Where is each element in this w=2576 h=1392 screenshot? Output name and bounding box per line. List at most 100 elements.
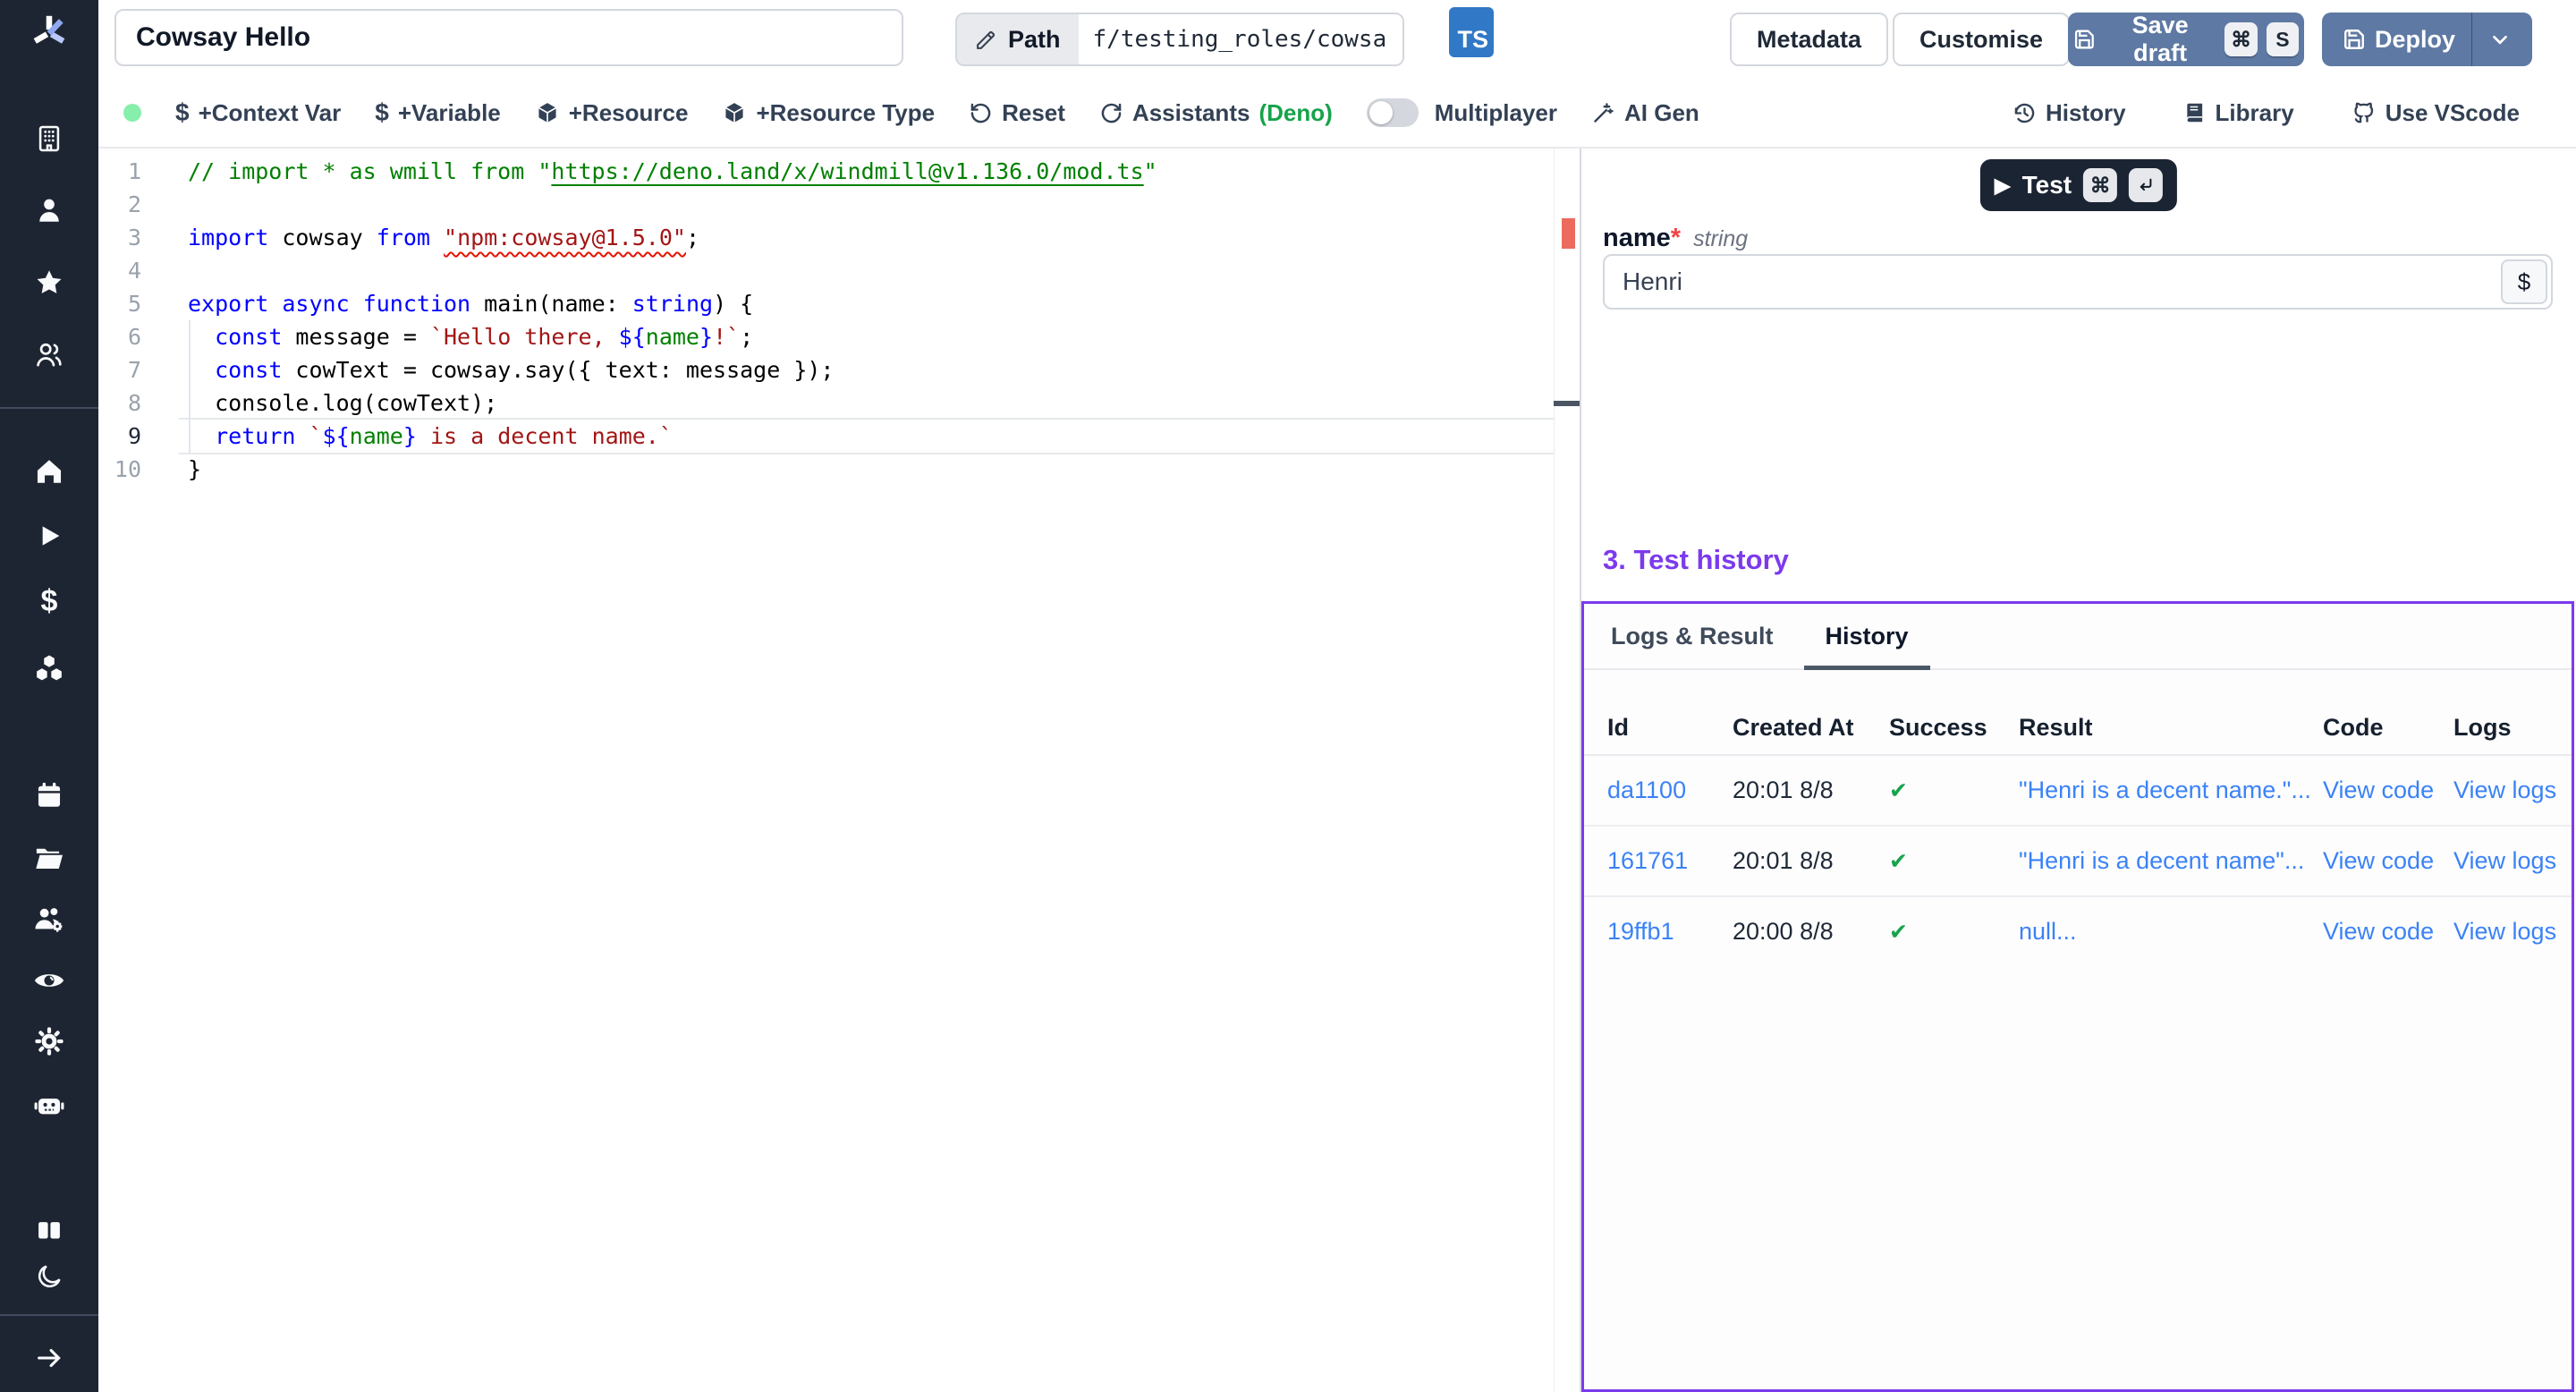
book-icon (2183, 101, 2207, 124)
created-at: 20:01 8/8 (1733, 777, 1889, 804)
view-logs-link[interactable]: View logs (2453, 847, 2572, 875)
table-row: da110020:01 8/8✔"Henri is a decent name.… (1584, 756, 2572, 827)
chevron-down-icon (2488, 28, 2512, 51)
view-code-link[interactable]: View code (2323, 918, 2453, 946)
column-header: Result (2019, 714, 2323, 742)
code-editor[interactable]: 12345678910 // import * as wmill from "h… (98, 149, 1554, 1392)
toolbar-right: History Library Use VScode (2012, 79, 2520, 147)
reset-button[interactable]: Reset (969, 99, 1065, 127)
run-id-link[interactable]: 19ffb1 (1607, 918, 1733, 946)
assistants-button[interactable]: Assistants (Deno) (1099, 99, 1333, 127)
deploy-split-button: Deploy (2322, 13, 2532, 66)
user-icon[interactable] (24, 185, 74, 235)
column-header: Success (1889, 714, 2019, 742)
test-button[interactable]: ▶ Test ⌘ (1980, 159, 2177, 211)
column-header: Logs (2453, 714, 2572, 742)
wand-icon (1591, 101, 1615, 125)
indent-guide (189, 320, 191, 453)
sidebar-divider (0, 407, 98, 409)
windmill-logo-icon[interactable] (24, 7, 74, 57)
resources-boxes-icon[interactable] (24, 642, 74, 692)
line-number-gutter: 12345678910 (98, 155, 141, 486)
tab-logs-result[interactable]: Logs & Result (1611, 604, 1774, 668)
expand-arrow-right-icon[interactable] (24, 1333, 74, 1383)
star-icon[interactable] (24, 258, 74, 308)
success-check-icon: ✔ (1889, 848, 2019, 875)
code-line: } (188, 453, 1550, 486)
path-input[interactable] (1079, 14, 1402, 64)
folders-icon[interactable] (24, 833, 74, 883)
user-group-icon[interactable] (24, 329, 74, 379)
column-header: Id (1607, 714, 1733, 742)
metadata-button[interactable]: Metadata (1730, 13, 1888, 66)
settings-gear-icon[interactable] (24, 1016, 74, 1066)
github-icon (2351, 100, 2377, 125)
cmd-key: ⌘ (2083, 168, 2117, 202)
sidebar: $ (0, 0, 98, 1392)
success-check-icon: ✔ (1889, 777, 2019, 804)
package-icon (722, 100, 747, 125)
insert-variable-button[interactable]: $ (2501, 259, 2547, 304)
add-variable-button[interactable]: $ +Variable (375, 98, 501, 127)
name-field[interactable] (1603, 254, 2553, 310)
required-asterisk: * (1671, 224, 1681, 253)
name-field-wrap: $ (1603, 254, 2553, 310)
typescript-badge: TS (1449, 7, 1494, 57)
save-icon (2073, 28, 2096, 51)
library-button[interactable]: Library (2183, 99, 2294, 127)
groups-user-cog-icon[interactable] (24, 894, 74, 944)
editor-toolbar: $ +Context Var $ +Variable +Resource +Re… (98, 79, 2576, 149)
workspace-building-icon[interactable] (24, 114, 74, 164)
view-code-link[interactable]: View code (2323, 777, 2453, 804)
code-line: const message = `Hello there, ${name}!`; (188, 320, 1550, 353)
code-line (188, 254, 1550, 287)
view-code-link[interactable]: View code (2323, 847, 2453, 875)
vscode-button[interactable]: Use VScode (2351, 99, 2520, 127)
tab-history[interactable]: History (1826, 604, 1909, 668)
add-resource-type-button[interactable]: +Resource Type (722, 99, 935, 127)
add-context-var-button[interactable]: $ +Context Var (175, 98, 341, 127)
run-id-link[interactable]: 161761 (1607, 847, 1733, 875)
docs-book-open-icon[interactable] (24, 1206, 74, 1256)
variables-dollar-icon[interactable]: $ (24, 576, 74, 626)
dollar-icon: $ (375, 98, 389, 127)
line-number: 3 (98, 221, 141, 254)
history-table-body: da110020:01 8/8✔"Henri is a decent name.… (1584, 756, 2572, 966)
assistants-lang: (Deno) (1258, 99, 1332, 127)
home-icon[interactable] (24, 446, 74, 497)
dollar-icon: $ (175, 98, 190, 127)
topbar: Path TS Metadata Customise Save draft ⌘ … (98, 0, 2576, 81)
schedules-calendar-icon[interactable] (24, 770, 74, 820)
overview-ruler[interactable] (1554, 149, 1580, 1392)
history-table-header: IdCreated AtSuccessResultCodeLogs (1584, 700, 2572, 756)
add-resource-button[interactable]: +Resource (535, 99, 689, 127)
workers-robot-icon[interactable] (24, 1079, 74, 1129)
created-at: 20:00 8/8 (1733, 918, 1889, 946)
windmill-script-editor: $ (0, 0, 2576, 1392)
result-link[interactable]: null... (2019, 918, 2323, 946)
view-logs-link[interactable]: View logs (2453, 918, 2572, 946)
multiplayer-toggle[interactable] (1367, 98, 1419, 127)
result-link[interactable]: "Henri is a decent name"... (2019, 847, 2323, 875)
run-id-link[interactable]: da1100 (1607, 777, 1733, 804)
refresh-icon (1099, 101, 1123, 125)
path-label[interactable]: Path (957, 14, 1079, 64)
dark-mode-moon-icon[interactable] (24, 1252, 74, 1302)
audit-eye-icon[interactable] (24, 955, 74, 1006)
customise-button[interactable]: Customise (1893, 13, 2070, 66)
script-title-input[interactable] (114, 9, 903, 66)
save-draft-button[interactable]: Save draft ⌘ S (2068, 13, 2304, 66)
history-button[interactable]: History (2012, 99, 2126, 127)
deploy-button[interactable]: Deploy (2326, 13, 2471, 66)
view-logs-link[interactable]: View logs (2453, 777, 2572, 804)
created-at: 20:01 8/8 (1733, 847, 1889, 875)
runs-play-icon[interactable] (24, 511, 74, 561)
deploy-dropdown-button[interactable] (2471, 13, 2528, 66)
path-control[interactable]: Path (955, 13, 1404, 66)
line-number: 5 (98, 287, 141, 320)
line-number: 2 (98, 188, 141, 221)
ai-gen-button[interactable]: AI Gen (1591, 99, 1699, 127)
table-row: 16176120:01 8/8✔"Henri is a decent name"… (1584, 827, 2572, 897)
result-link[interactable]: "Henri is a decent name."... (2019, 777, 2323, 804)
line-number: 9 (98, 420, 141, 453)
